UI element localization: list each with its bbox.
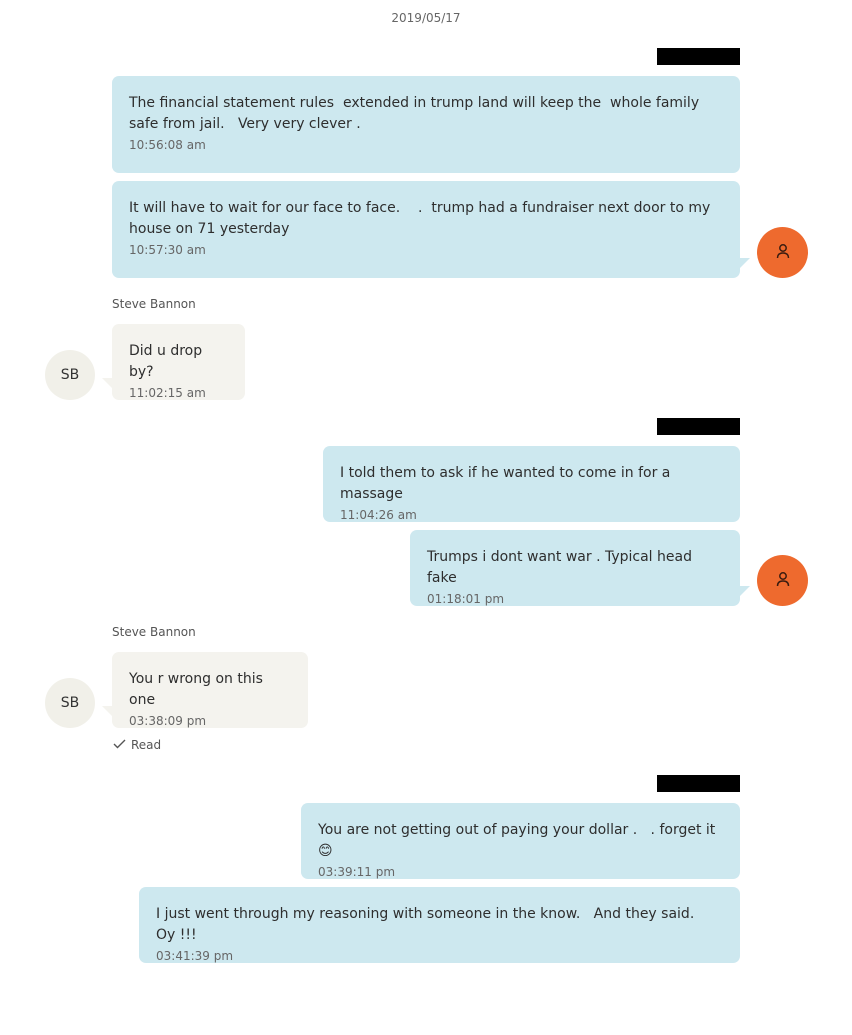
contact-avatar: SB bbox=[45, 350, 95, 400]
redacted-sender-name bbox=[657, 775, 740, 792]
message-timestamp: 03:41:39 pm bbox=[156, 949, 234, 963]
message-timestamp: 03:39:11 pm bbox=[318, 865, 396, 879]
message-timestamp: 11:02:15 am bbox=[129, 386, 206, 400]
message-text: It will have to wait for our face to fac… bbox=[129, 200, 715, 237]
read-receipt: Read bbox=[113, 738, 161, 752]
sender-name: Steve Bannon bbox=[112, 297, 196, 311]
message-bubble-outgoing[interactable]: I told them to ask if he wanted to come … bbox=[323, 446, 740, 522]
message-text: Did u drop by? bbox=[129, 343, 207, 380]
message-timestamp: 03:38:09 pm bbox=[129, 714, 207, 728]
date-header: 2019/05/17 bbox=[391, 11, 461, 25]
message-bubble-outgoing[interactable]: You are not getting out of paying your d… bbox=[301, 803, 740, 879]
contact-avatar: SB bbox=[45, 678, 95, 728]
bubble-tail bbox=[102, 378, 114, 390]
message-bubble-incoming[interactable]: Did u drop by? 11:02:15 am bbox=[112, 324, 245, 400]
message-text: I told them to ask if he wanted to come … bbox=[340, 465, 675, 502]
redacted-sender-name bbox=[657, 418, 740, 435]
my-avatar bbox=[757, 227, 808, 278]
bubble-tail bbox=[738, 586, 750, 598]
message-bubble-outgoing[interactable]: It will have to wait for our face to fac… bbox=[112, 181, 740, 278]
person-icon bbox=[776, 571, 790, 591]
my-avatar bbox=[757, 555, 808, 606]
message-timestamp: 11:04:26 am bbox=[340, 508, 417, 522]
person-icon bbox=[776, 243, 790, 263]
read-receipt-label: Read bbox=[131, 738, 162, 752]
message-bubble-outgoing[interactable]: Trumps i dont want war . Typical head fa… bbox=[410, 530, 740, 606]
sender-name: Steve Bannon bbox=[112, 625, 196, 639]
message-text: You are not getting out of paying your d… bbox=[318, 822, 720, 859]
message-bubble-incoming[interactable]: You r wrong on this one 03:38:09 pm bbox=[112, 652, 308, 728]
message-bubble-outgoing[interactable]: I just went through my reasoning with so… bbox=[139, 887, 740, 963]
message-text: The financial statement rules extended i… bbox=[129, 95, 704, 132]
bubble-tail bbox=[102, 706, 114, 718]
message-text: I just went through my reasoning with so… bbox=[156, 906, 708, 943]
bubble-tail bbox=[738, 258, 750, 270]
message-text: You r wrong on this one bbox=[129, 671, 268, 708]
redacted-sender-name bbox=[657, 48, 740, 65]
message-timestamp: 01:18:01 pm bbox=[427, 592, 505, 606]
message-timestamp: 10:56:08 am bbox=[129, 138, 206, 152]
message-bubble-outgoing[interactable]: The financial statement rules extended i… bbox=[112, 76, 740, 173]
message-timestamp: 10:57:30 am bbox=[129, 243, 206, 257]
message-text: Trumps i dont want war . Typical head fa… bbox=[427, 549, 697, 586]
checkmark-icon bbox=[113, 738, 126, 752]
